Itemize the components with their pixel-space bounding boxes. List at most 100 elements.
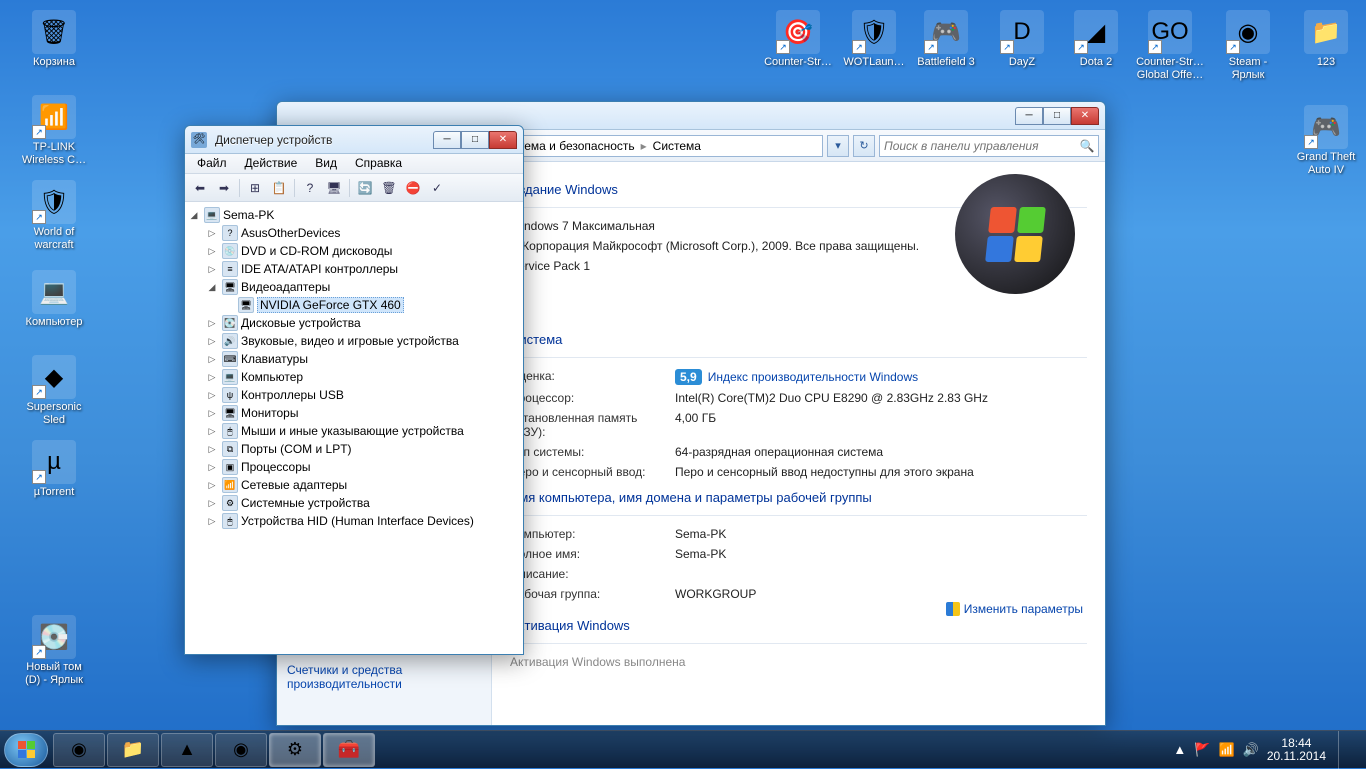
desktop-icon-utorrent[interactable]: µ↗µTorrent: [18, 440, 90, 499]
expand-icon[interactable]: ▷: [205, 498, 219, 509]
menu-help[interactable]: Справка: [347, 154, 410, 173]
tree-node[interactable]: ◢🖥Видеоадаптеры: [205, 278, 521, 296]
desktop-icon-bf3[interactable]: 🎮↗Battlefield 3: [910, 10, 982, 69]
tree-node[interactable]: ▷⚙Системные устройства: [205, 494, 521, 512]
info-value: 5,9Индекс производительности Windows: [675, 369, 918, 385]
performance-index-link[interactable]: Индекс производительности Windows: [708, 370, 918, 384]
taskbar-button-steam[interactable]: ◉: [215, 733, 267, 767]
minimize-button[interactable]: ─: [433, 131, 461, 149]
toolbar-enable-button[interactable]: ✓: [426, 177, 448, 199]
tree-root[interactable]: ◢💻 Sema-PK: [187, 206, 521, 224]
close-button[interactable]: ✕: [1071, 107, 1099, 125]
device-category-icon: ψ: [222, 387, 238, 403]
expand-icon[interactable]: ▷: [205, 408, 219, 419]
expand-icon[interactable]: ▷: [205, 516, 219, 527]
change-settings-link[interactable]: Изменить параметры: [946, 602, 1083, 616]
clock[interactable]: 18:44 20.11.2014: [1267, 737, 1326, 763]
toolbar-back-button[interactable]: ⬅: [189, 177, 211, 199]
desktop-icon-gta4[interactable]: 🎮↗Grand Theft Auto IV: [1290, 105, 1362, 177]
desktop-icon-recycle-bin[interactable]: 🗑Корзина: [18, 10, 90, 69]
tray-network-icon[interactable]: 📶: [1218, 742, 1234, 758]
tree-node[interactable]: ▷🖱Мыши и иные указывающие устройства: [205, 422, 521, 440]
desktop-icon-tplink[interactable]: 📶↗TP-LINK Wireless C…: [18, 95, 90, 167]
search-box[interactable]: 🔍: [879, 135, 1099, 157]
tray-flag-icon[interactable]: 🚩: [1194, 742, 1210, 758]
expand-icon[interactable]: ▷: [205, 390, 219, 401]
expand-icon[interactable]: ▷: [205, 372, 219, 383]
close-button[interactable]: ✕: [489, 131, 517, 149]
desktop-icon-steam[interactable]: ◉↗Steam - Ярлык: [1212, 10, 1284, 82]
minimize-button[interactable]: ─: [1015, 107, 1043, 125]
tree-node[interactable]: ▷📶Сетевые адаптеры: [205, 476, 521, 494]
desktop-icon-wow[interactable]: 🛡↗World of warcraft: [18, 180, 90, 252]
taskbar-button-vlc[interactable]: ▲: [161, 733, 213, 767]
desktop-icon-dayz[interactable]: D↗DayZ: [986, 10, 1058, 69]
taskbar-button-devmgr[interactable]: 🧰: [323, 733, 375, 767]
toolbar-properties-button[interactable]: 📋: [268, 177, 290, 199]
info-key: Полное имя:: [510, 547, 675, 561]
desktop-icon-computer[interactable]: 💻Компьютер: [18, 270, 90, 329]
tree-node[interactable]: ▷🖱Устройства HID (Human Interface Device…: [205, 512, 521, 530]
tree-node[interactable]: ▷🔊Звуковые, видео и игровые устройства: [205, 332, 521, 350]
desktop-icon-cs[interactable]: 🎯↗Counter-Str…: [762, 10, 834, 69]
taskbar-button-explorer[interactable]: 📁: [107, 733, 159, 767]
toolbar-help-button[interactable]: ?: [299, 177, 321, 199]
taskbar-button-controlpanel[interactable]: ⚙: [269, 733, 321, 767]
tree-node[interactable]: ▷⌨Клавиатуры: [205, 350, 521, 368]
tree-node[interactable]: ▷?AsusOtherDevices: [205, 224, 521, 242]
taskbar-button-chrome[interactable]: ◉: [53, 733, 105, 767]
desktop-icon-newvol[interactable]: 💽↗Новый том (D) - Ярлык: [18, 615, 90, 687]
toolbar-update-button[interactable]: 🔄: [354, 177, 376, 199]
menu-view[interactable]: Вид: [307, 154, 345, 173]
desktop-icon-dota2[interactable]: ◢↗Dota 2: [1060, 10, 1132, 69]
tree-node-device[interactable]: 🖥NVIDIA GeForce GTX 460: [205, 296, 521, 314]
tree-node[interactable]: ▷≡IDE ATA/ATAPI контроллеры: [205, 260, 521, 278]
expand-icon[interactable]: ▷: [205, 354, 219, 365]
side-link-perfcounters[interactable]: Счетчики и средства производительности: [287, 659, 482, 695]
desktop-icon-nvidia[interactable]: ◆↗Supersonic Sled: [18, 355, 90, 427]
expand-icon[interactable]: ▷: [205, 264, 219, 275]
info-row: Установленная память (ОЗУ):4,00 ГБ: [510, 408, 1087, 442]
device-manager-window[interactable]: 🛠 Диспетчер устройств ─ □ ✕ Файл Действи…: [184, 125, 524, 655]
menu-file[interactable]: Файл: [189, 154, 235, 173]
expand-icon[interactable]: ▷: [205, 444, 219, 455]
tree-node[interactable]: ▷▣Процессоры: [205, 458, 521, 476]
search-input[interactable]: [880, 139, 1076, 153]
expand-icon[interactable]: ▷: [205, 426, 219, 437]
tree-node[interactable]: ▷💿DVD и CD-ROM дисководы: [205, 242, 521, 260]
tree-node[interactable]: ▷ψКонтроллеры USB: [205, 386, 521, 404]
tree-node[interactable]: ▷⧉Порты (COM и LPT): [205, 440, 521, 458]
desktop-icon-folder123[interactable]: 📁123: [1290, 10, 1362, 69]
tray-volume-icon[interactable]: 🔊: [1243, 742, 1259, 758]
toolbar-disable-button[interactable]: ⛔: [402, 177, 424, 199]
csgo-icon: GO↗: [1148, 10, 1192, 54]
toolbar-scan-button[interactable]: 🖥: [323, 177, 345, 199]
start-button[interactable]: [4, 733, 48, 767]
tree-node[interactable]: ▷💻Компьютер: [205, 368, 521, 386]
menu-action[interactable]: Действие: [237, 154, 306, 173]
device-category-icon: ⌨: [222, 351, 238, 367]
expand-icon[interactable]: ▷: [205, 246, 219, 257]
toolbar-tree-button[interactable]: ⊞: [244, 177, 266, 199]
desktop-icon-csgo[interactable]: GO↗Counter-Str… Global Offe…: [1134, 10, 1206, 82]
expand-icon[interactable]: ▷: [205, 480, 219, 491]
maximize-button[interactable]: □: [1043, 107, 1071, 125]
toolbar-uninstall-button[interactable]: 🗑: [378, 177, 400, 199]
maximize-button[interactable]: □: [461, 131, 489, 149]
tree-node[interactable]: ▷💽Дисковые устройства: [205, 314, 521, 332]
desktop-icon-wot[interactable]: 🛡↗WOTLaun…: [838, 10, 910, 69]
expand-icon[interactable]: ▷: [205, 318, 219, 329]
breadcrumb-item[interactable]: Система: [653, 139, 701, 153]
show-desktop-button[interactable]: [1338, 731, 1352, 769]
collapse-icon[interactable]: ◢: [205, 282, 219, 293]
tray-overflow-icon[interactable]: ▲: [1173, 742, 1186, 757]
device-tree[interactable]: ◢💻 Sema-PK ▷?AsusOtherDevices▷💿DVD и CD-…: [185, 202, 523, 654]
addr-dropdown-button[interactable]: ▾: [827, 135, 849, 157]
devmgr-titlebar[interactable]: 🛠 Диспетчер устройств ─ □ ✕: [185, 126, 523, 154]
refresh-button[interactable]: ↻: [853, 135, 875, 157]
toolbar-forward-button[interactable]: ➡: [213, 177, 235, 199]
expand-icon[interactable]: ▷: [205, 462, 219, 473]
expand-icon[interactable]: ▷: [205, 336, 219, 347]
tree-node[interactable]: ▷🖥Мониторы: [205, 404, 521, 422]
expand-icon[interactable]: ▷: [205, 228, 219, 239]
